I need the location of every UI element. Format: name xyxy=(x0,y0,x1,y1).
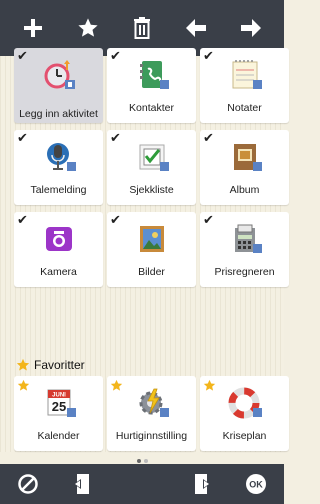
calendar-icon: JUNI 25 xyxy=(47,389,76,417)
favorites-title: Favoritter xyxy=(34,358,85,372)
check-mark-icon[interactable]: ✔ xyxy=(203,214,217,228)
camera-icon xyxy=(45,227,72,251)
favorite-star-icon[interactable] xyxy=(110,379,123,392)
plus-icon[interactable] xyxy=(13,8,53,48)
tile-price-calculator[interactable]: ✔ Prisregneren xyxy=(200,212,289,287)
tile-label: Bilder xyxy=(138,266,165,278)
exit-right-icon[interactable] xyxy=(188,470,216,498)
tile-calendar[interactable]: JUNI 25 Kalender xyxy=(14,376,103,451)
check-mark-icon[interactable]: ✔ xyxy=(203,132,217,146)
album-icon xyxy=(233,144,262,171)
tile-album[interactable]: ✔ Album xyxy=(200,130,289,205)
tile-label: Sjekkliste xyxy=(129,184,174,196)
check-mark-icon[interactable]: ✔ xyxy=(17,50,31,64)
tile-label: Hurtiginnstilling xyxy=(115,430,188,442)
tile-label: Talemelding xyxy=(30,184,87,196)
check-mark-icon[interactable]: ✔ xyxy=(110,132,124,146)
tile-crisis-plan[interactable]: Kriseplan xyxy=(200,376,289,451)
check-mark-icon[interactable]: ✔ xyxy=(203,50,217,64)
tile-quick-settings[interactable]: Hurtiginnstilling xyxy=(107,376,196,451)
tile-contacts[interactable]: ✔ Kontakter xyxy=(107,48,196,123)
tile-label: Prisregneren xyxy=(214,266,275,278)
favorite-star-icon[interactable] xyxy=(17,379,30,392)
voice-message-icon xyxy=(46,143,76,171)
favorite-star-icon[interactable] xyxy=(203,379,216,392)
favorites-header: Favoritter xyxy=(0,356,85,374)
exit-left-icon[interactable] xyxy=(68,470,96,498)
checklist-icon xyxy=(139,144,169,171)
tile-notes[interactable]: ✔ Notater xyxy=(200,48,289,123)
tile-add-activity[interactable]: ✔ Legg inn aktivitet xyxy=(14,48,103,123)
arrow-left-icon[interactable] xyxy=(176,8,216,48)
star-icon[interactable] xyxy=(68,8,108,48)
favorite-star-icon xyxy=(16,358,30,371)
page-indicator xyxy=(0,459,284,463)
trash-icon[interactable] xyxy=(122,8,162,48)
tile-checklist[interactable]: ✔ Sjekkliste xyxy=(107,130,196,205)
crisis-plan-icon xyxy=(228,387,262,419)
tile-label: Kalender xyxy=(37,430,80,442)
tile-label: Album xyxy=(229,184,260,196)
add-activity-icon xyxy=(44,60,75,89)
app-grid-area: ✔ Legg inn aktivitet ✔ Kontakter ✔ Notat… xyxy=(0,48,289,463)
tile-camera[interactable]: ✔ Kamera xyxy=(14,212,103,287)
tile-label: Kontakter xyxy=(129,102,174,114)
check-mark-icon[interactable]: ✔ xyxy=(110,214,124,228)
tile-label: Kamera xyxy=(40,266,77,278)
check-mark-icon[interactable]: ✔ xyxy=(110,50,124,64)
notes-icon xyxy=(232,60,262,89)
page-dot-active[interactable] xyxy=(136,459,141,463)
bottom-toolbar: OK xyxy=(0,464,284,504)
tile-pictures[interactable]: ✔ Bilder xyxy=(107,212,196,287)
tile-voice-message[interactable]: ✔ Talemelding xyxy=(14,130,103,205)
contacts-icon xyxy=(139,61,169,89)
tile-label: Notater xyxy=(227,102,262,114)
ok-label: OK xyxy=(249,480,263,490)
page-dot[interactable] xyxy=(143,459,148,463)
block-icon[interactable] xyxy=(14,470,42,498)
arrow-right-icon[interactable] xyxy=(231,8,271,48)
calendar-day: 25 xyxy=(51,399,65,414)
price-calculator-icon xyxy=(234,224,262,253)
ok-icon[interactable]: OK xyxy=(242,470,270,498)
quick-settings-icon xyxy=(139,388,169,417)
check-mark-icon[interactable]: ✔ xyxy=(17,214,31,228)
tile-label: Legg inn aktivitet xyxy=(19,108,98,120)
tile-label: Kriseplan xyxy=(222,430,267,442)
check-mark-icon[interactable]: ✔ xyxy=(17,132,31,146)
pictures-icon xyxy=(139,226,164,252)
calendar-month: JUNI xyxy=(52,393,66,399)
